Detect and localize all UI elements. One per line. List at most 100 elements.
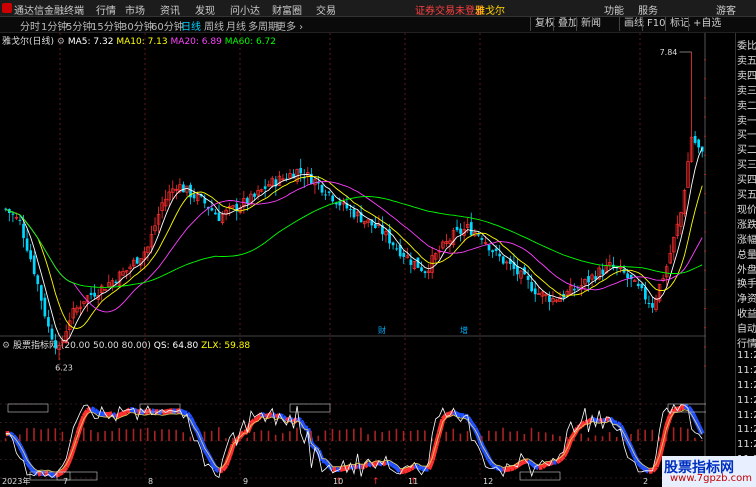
qs-band [253,416,260,423]
period-weekly[interactable]: 周线 [204,18,224,33]
quote-panel-row: 买五 [737,190,756,201]
candle-body [636,283,640,287]
indicator-bar [644,429,646,441]
indicator-bar [338,430,341,441]
month-label: 12 [483,477,493,486]
candle-body [469,222,473,236]
qs-band [519,459,526,466]
ma10-line [5,175,703,329]
quote-panel-row: 涨跌 [737,219,756,231]
qs-band [402,467,409,474]
indicator-bar [274,434,277,441]
candle-body [626,273,629,279]
qs-band [664,415,673,428]
indicator-bar [679,427,682,441]
qs-band [182,410,188,416]
app-title: 通达信金融终端 [14,6,84,17]
indicator-bar [551,434,554,441]
menu-ask[interactable]: 问小达 [230,2,260,17]
indicator-bar [111,431,113,441]
candle-body [11,213,15,215]
indicator-bar [416,430,419,441]
candle-body [50,328,54,340]
tab-news[interactable]: 新闻 [576,17,605,31]
candle-body [640,284,644,289]
period-5min[interactable]: 5分钟 [66,18,92,33]
menu-discover[interactable]: 发现 [195,2,215,17]
candle-body [317,182,320,184]
signal-box [519,471,561,481]
moving-average-lines [5,147,703,342]
menu-function[interactable]: 功能 [604,2,624,17]
app-logo-icon [2,3,12,13]
candle-body [22,223,25,239]
period-daily[interactable]: 日线 [181,18,201,33]
indicator-bar [18,434,21,441]
indicator-bar [267,430,270,441]
indicator-bar [466,431,469,441]
indicator-bar [182,432,185,441]
candle-body [299,168,303,174]
menu-service[interactable]: 服务 [638,2,658,17]
candle-body [477,234,480,236]
indicator-bar [637,429,639,441]
candle-body [455,226,459,231]
indicator-bar [480,435,483,441]
indicator-bar [54,428,57,441]
candle-body [29,250,32,260]
quote-panel-row: 卖五 [737,55,756,67]
watermark-url: www.7gpzb.com [670,473,752,484]
menu-trade[interactable]: 交易 [316,2,336,17]
indicator-bar [260,430,263,441]
indicator-bar [381,432,384,441]
qs-band [122,409,128,416]
candle-body [327,191,331,193]
indicator-bar [580,433,583,441]
menu-market[interactable]: 市场 [125,2,145,17]
candle-body [644,287,647,300]
candle-body [402,252,406,257]
period-15min[interactable]: 15分钟 [91,18,124,33]
indicator-bar [331,428,334,441]
period-60min[interactable]: 60分钟 [151,18,184,33]
period-multi[interactable]: 多周期 [248,18,278,33]
indicator-bar [4,438,7,441]
indicator-bar [573,437,575,441]
qs-band [21,452,30,463]
period-intraday[interactable]: 分时 [20,18,40,33]
indicator-bar [544,432,547,441]
period-more[interactable]: 更多 › [276,18,303,33]
indicator-bar [687,428,689,441]
indicator-bar [225,438,227,441]
candle-body [192,194,196,199]
quote-panel-row: 外盘 [737,264,756,276]
candle-body [114,281,118,283]
menu-quotes[interactable]: 行情 [96,2,116,17]
indicator-bar [409,431,412,441]
qs-band [538,464,543,471]
menu-news[interactable]: 资讯 [160,2,180,17]
add-watchlist-button[interactable]: +自选 [688,17,725,31]
indicator-bar [104,430,106,441]
indicator-bar [402,430,405,441]
candle-body [423,271,427,274]
indicator-bar [161,429,163,441]
candle-body [587,276,590,283]
quote-panel-row: 11:25 [737,394,756,406]
period-30min[interactable]: 30分钟 [121,18,154,33]
ma5-line [5,147,703,342]
period-monthly[interactable]: 月线 [226,18,246,33]
period-1min[interactable]: 1分钟 [41,18,67,33]
menu-wealth[interactable]: 财富圈 [272,2,302,17]
qs-band [78,415,87,427]
kline-chart[interactable]: ↑↑↑ 7.807.707.607.507.407.307.207.107.00… [0,33,706,487]
quote-panel-row: 买一 [737,130,756,142]
indicator-bar [530,427,533,441]
quote-panel-row: 11:25 [737,364,756,376]
candle-body [32,255,36,275]
marker-zeng: 增 [460,325,468,335]
qs-band [388,460,395,468]
menu-guest[interactable]: 游客 [716,2,736,17]
quote-panel-row: 委比 [737,41,756,52]
indicator-bar [203,431,206,441]
